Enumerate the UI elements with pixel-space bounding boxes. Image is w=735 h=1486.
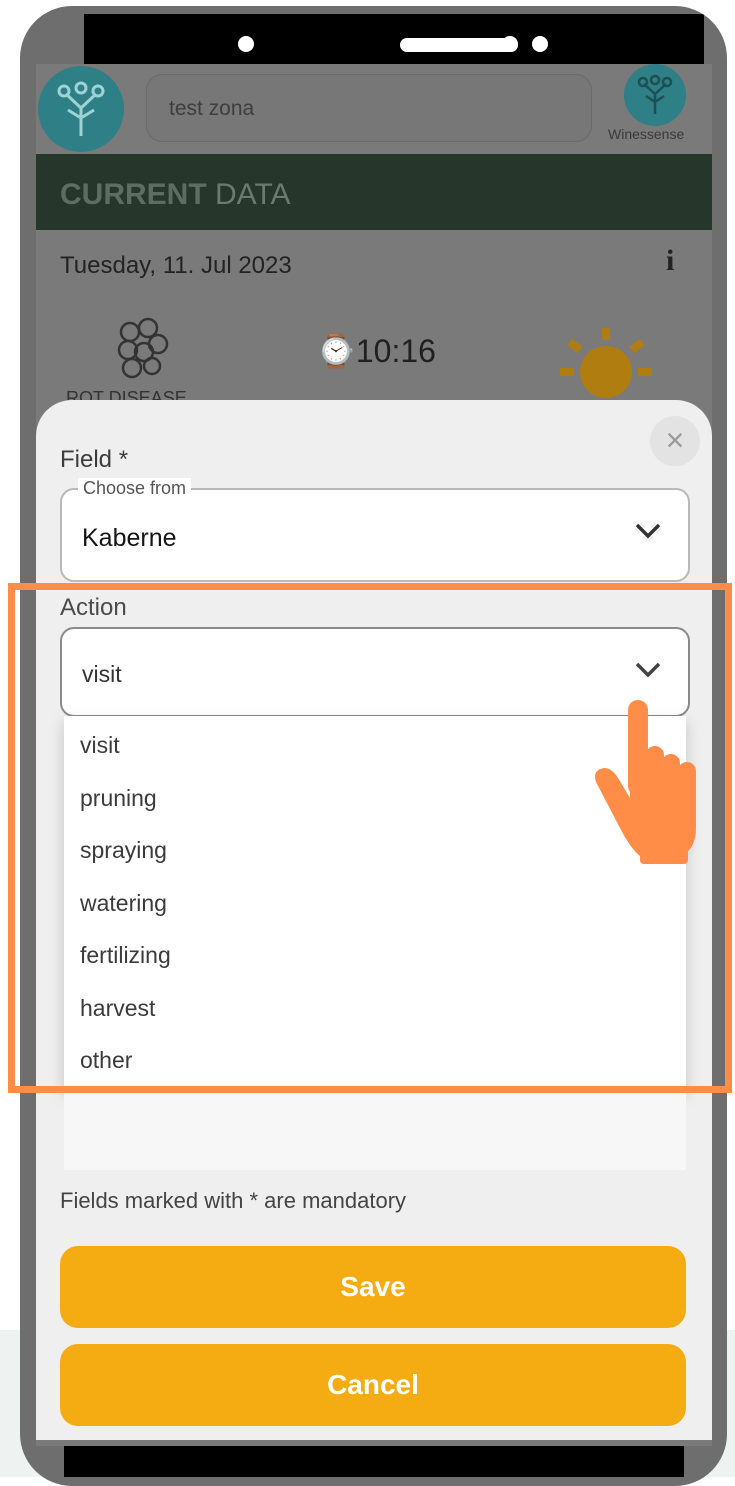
sensor-dot-icon xyxy=(532,36,548,52)
field-select[interactable]: Choose from Kaberne xyxy=(60,478,690,582)
status-bar xyxy=(84,14,704,70)
zone-select[interactable]: test zona xyxy=(146,74,592,142)
logo-icon[interactable] xyxy=(38,66,124,152)
current-time: ⌚10:16 xyxy=(316,333,436,369)
current-data-header: CURRENT DATA xyxy=(36,154,712,230)
field-label: Field * xyxy=(60,446,129,473)
pointing-hand-icon xyxy=(595,700,696,864)
cancel-button[interactable]: Cancel xyxy=(60,1344,686,1426)
sensor-dot-icon xyxy=(502,36,518,52)
brand-name: Winessense xyxy=(608,126,685,142)
grapes-icon xyxy=(117,317,169,379)
field-value: Kaberne xyxy=(82,524,177,552)
close-icon[interactable]: × xyxy=(650,416,700,466)
brand-logo-icon xyxy=(624,64,686,126)
speaker-icon xyxy=(400,38,518,52)
camera-dot-icon xyxy=(238,36,254,52)
notes-area[interactable] xyxy=(64,1090,686,1170)
zone-value: test zona xyxy=(169,97,255,120)
info-icon[interactable]: i xyxy=(666,244,674,278)
mandatory-note: Fields marked with * are mandatory xyxy=(60,1188,407,1213)
navigation-bar xyxy=(64,1446,684,1477)
field-legend: Choose from xyxy=(78,478,192,499)
section-title: CURRENT DATA xyxy=(60,178,291,211)
current-date: Tuesday, 11. Jul 2023 xyxy=(60,252,292,279)
sun-icon xyxy=(560,328,652,398)
save-button[interactable]: Save xyxy=(60,1246,686,1328)
chevron-down-icon xyxy=(635,523,661,539)
